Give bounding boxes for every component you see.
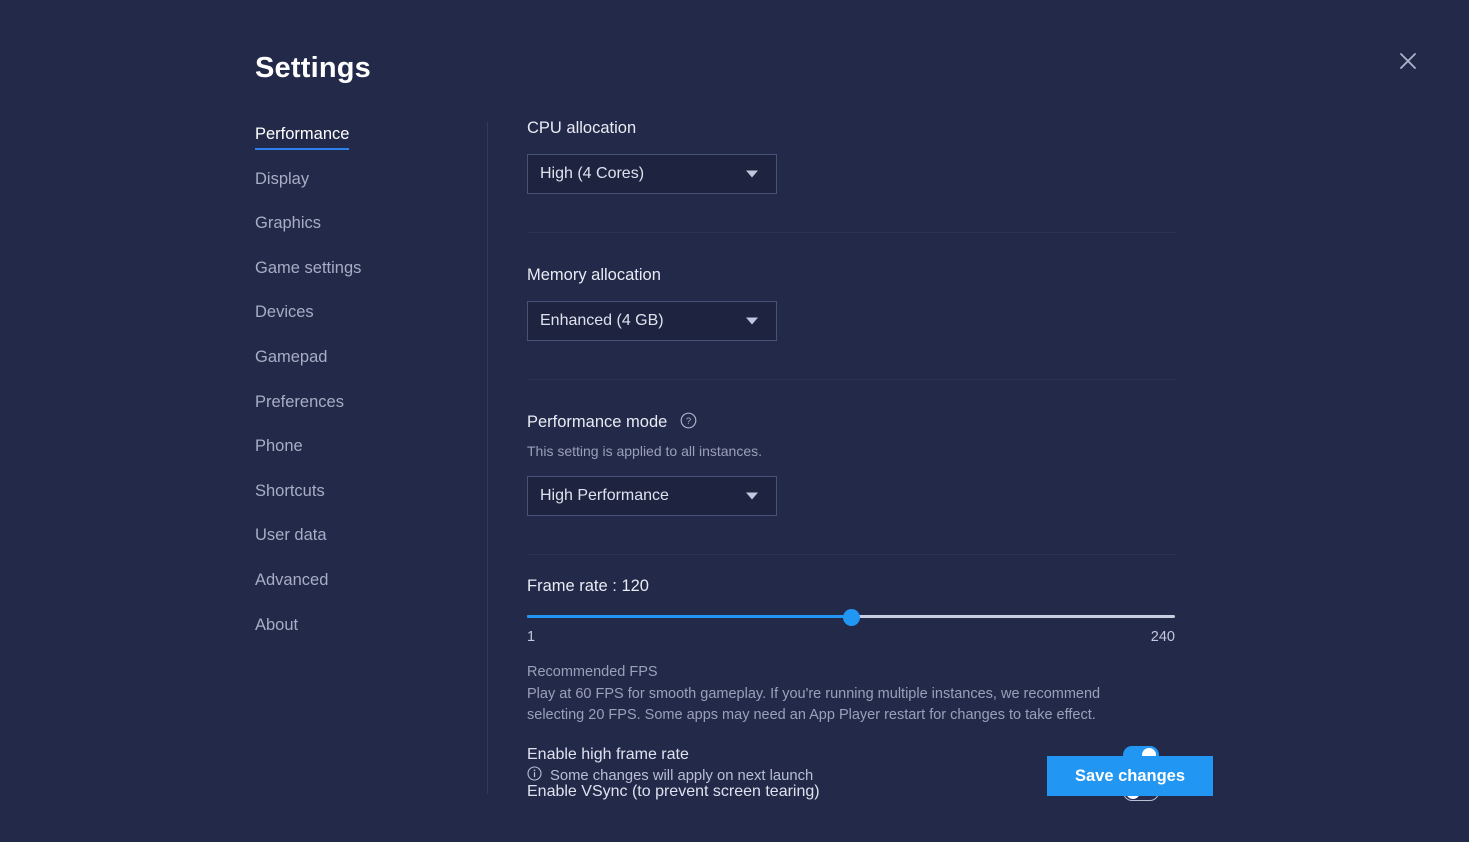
frame-rate-section: Frame rate : 120 1 240 Recommended FPS P… [527, 577, 1177, 726]
sidebar-item-game-settings[interactable]: Game settings [255, 257, 361, 279]
sidebar-item-devices[interactable]: Devices [255, 301, 314, 323]
chevron-down-icon [746, 170, 758, 178]
settings-content: CPU allocation High (4 Cores) Memory all… [527, 118, 1177, 819]
sidebar-item-phone[interactable]: Phone [255, 435, 303, 457]
slider-fill [527, 615, 851, 618]
footer-note: Some changes will apply on next launch [527, 766, 813, 785]
sidebar-item-shortcuts[interactable]: Shortcuts [255, 480, 325, 502]
recommended-fps-title: Recommended FPS [527, 664, 658, 680]
performance-mode-label-row: Performance mode ? [527, 412, 1177, 434]
cpu-allocation-section: CPU allocation High (4 Cores) [527, 118, 1177, 194]
page-title: Settings [255, 52, 371, 84]
sidebar-item-display[interactable]: Display [255, 168, 309, 190]
frame-rate-slider[interactable] [527, 609, 1175, 626]
slider-thumb[interactable] [843, 609, 860, 626]
performance-mode-subtitle: This setting is applied to all instances… [527, 443, 763, 459]
memory-allocation-select[interactable]: Enhanced (4 GB) [527, 301, 777, 341]
dialog-footer: Some changes will apply on next launch S… [527, 756, 1213, 796]
sidebar-item-advanced[interactable]: Advanced [255, 569, 328, 591]
memory-allocation-section: Memory allocation Enhanced (4 GB) [527, 265, 1177, 341]
save-changes-button[interactable]: Save changes [1047, 756, 1213, 796]
frame-rate-label: Frame rate : 120 [527, 577, 649, 595]
chevron-down-icon [746, 492, 758, 500]
help-circle-icon[interactable]: ? [680, 412, 697, 434]
performance-mode-label: Performance mode [527, 413, 668, 431]
cpu-allocation-value: High (4 Cores) [540, 165, 645, 182]
sidebar-item-preferences[interactable]: Preferences [255, 391, 344, 413]
sidebar-item-performance[interactable]: Performance [255, 123, 350, 150]
performance-mode-section: Performance mode ? This setting is appli… [527, 412, 1177, 516]
slider-range-labels: 1 240 [527, 629, 1175, 649]
chevron-down-icon [746, 317, 758, 325]
sidebar-item-user-data[interactable]: User data [255, 524, 327, 546]
svg-text:?: ? [686, 416, 691, 427]
performance-mode-select[interactable]: High Performance [527, 476, 777, 516]
sidebar-item-gamepad[interactable]: Gamepad [255, 346, 327, 368]
settings-dialog: Settings Performance Display Graphics Ga… [0, 0, 1469, 842]
info-circle-icon [527, 766, 542, 785]
sidebar: Performance Display Graphics Game settin… [255, 123, 465, 658]
cpu-allocation-select[interactable]: High (4 Cores) [527, 154, 777, 194]
memory-allocation-label: Memory allocation [527, 266, 661, 284]
close-icon [1393, 46, 1423, 76]
sidebar-item-about[interactable]: About [255, 614, 298, 636]
slider-min-label: 1 [527, 629, 536, 645]
sidebar-content-divider [487, 122, 488, 794]
sidebar-item-graphics[interactable]: Graphics [255, 212, 321, 234]
close-button[interactable] [1393, 46, 1423, 76]
memory-allocation-value: Enhanced (4 GB) [540, 312, 664, 329]
cpu-allocation-label: CPU allocation [527, 119, 637, 137]
slider-max-label: 240 [1150, 629, 1175, 645]
footer-note-text: Some changes will apply on next launch [550, 767, 814, 784]
recommended-fps-body: Play at 60 FPS for smooth gameplay. If y… [527, 686, 1101, 723]
performance-mode-value: High Performance [540, 487, 669, 504]
